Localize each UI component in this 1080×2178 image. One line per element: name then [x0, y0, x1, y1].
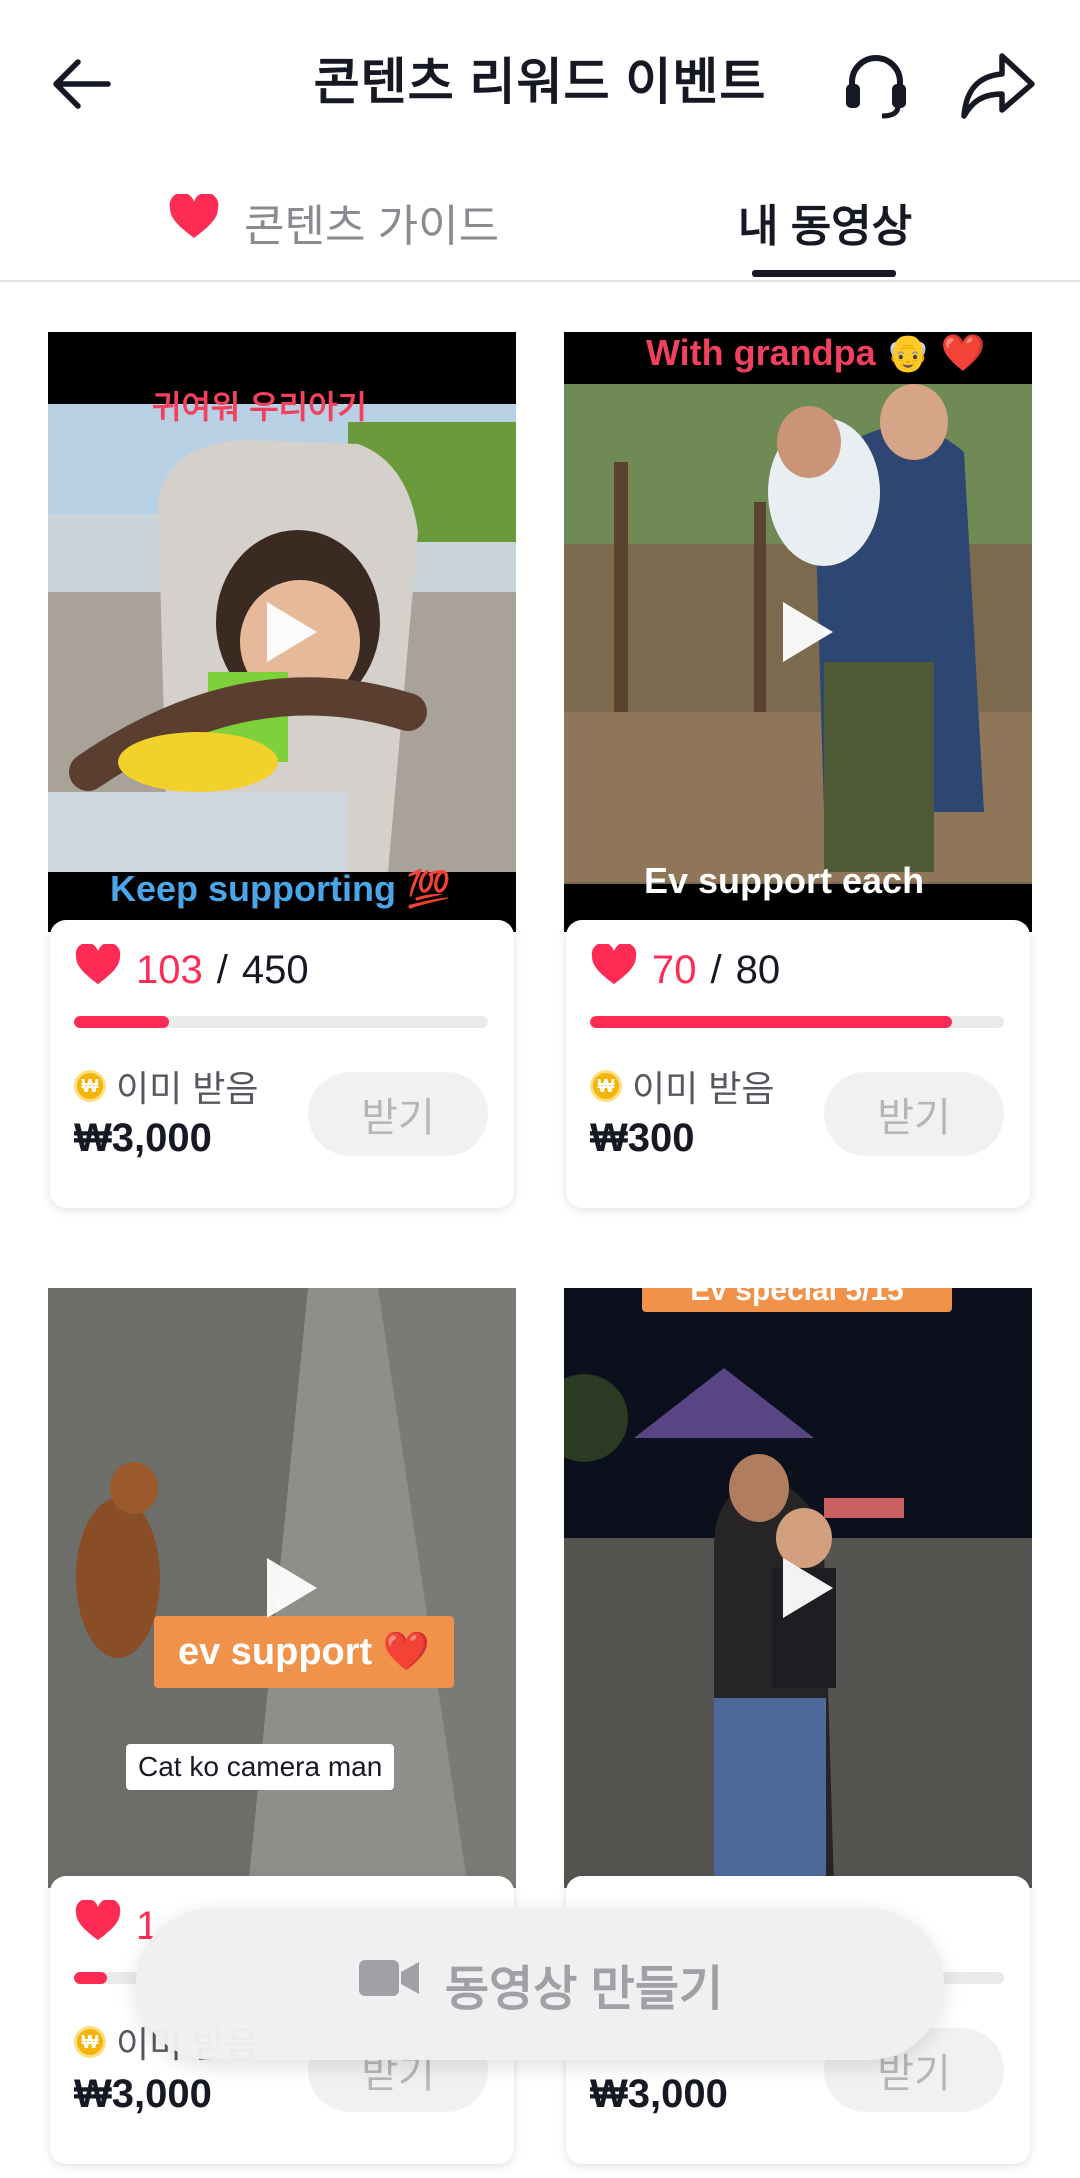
likes-current: 70 — [652, 947, 697, 992]
coin-icon: ₩ — [590, 1070, 622, 1102]
play-icon — [783, 602, 833, 662]
tab-content-guide[interactable]: 콘텐츠 가이드 — [168, 190, 499, 254]
likes-goal: 450 — [241, 947, 309, 992]
status-label: 이미 받음 — [116, 1068, 259, 1109]
play-icon — [267, 1558, 317, 1618]
play-icon — [783, 1558, 833, 1618]
progress-fill — [74, 1972, 108, 1984]
claim-button[interactable]: 받기 — [308, 1072, 488, 1156]
heart-icon — [74, 1898, 122, 1952]
likes-count: 70 / 80 — [590, 942, 781, 996]
likes-goal: 80 — [735, 947, 781, 992]
likes-count: 1 — [74, 1898, 158, 1952]
likes-count: 103 / 450 — [74, 942, 309, 996]
tab-bar: 콘텐츠 가이드 내 동영상 — [0, 160, 1080, 282]
status-label: 이미 받음 — [632, 1068, 775, 1109]
top-bar: 콘텐츠 리워드 이벤트 — [0, 0, 1080, 160]
video-thumbnail[interactable]: 귀여워 우리아기 Keep supporting 💯 — [48, 332, 516, 932]
video-caption-top: With grandpa 👴 ❤️ — [646, 332, 986, 373]
video-camera-icon — [357, 1956, 421, 2012]
reward-amount: ₩3,000 — [590, 2072, 728, 2116]
coin-icon: ₩ — [74, 1070, 106, 1102]
tab-label: 내 동영상 — [738, 202, 913, 251]
tab-label: 콘텐츠 가이드 — [244, 202, 500, 251]
progress-fill — [74, 1016, 169, 1028]
reward-amount: ₩3,000 — [74, 1116, 212, 1160]
progress-bar — [74, 1016, 488, 1028]
tab-indicator — [752, 270, 896, 277]
progress-bar — [590, 1016, 1004, 1028]
tab-my-videos[interactable]: 내 동영상 — [738, 190, 912, 254]
share-icon[interactable] — [958, 48, 1038, 124]
reward-panel: 103 / 450 ₩ 이미 받음 ₩3,000 받기 — [50, 920, 514, 1208]
video-caption-top: 귀여워 우리아기 — [152, 389, 367, 425]
claim-button[interactable]: 받기 — [824, 1072, 1004, 1156]
video-caption-bottom: Cat ko camera man — [126, 1744, 395, 1790]
likes-current: 103 — [136, 947, 203, 992]
video-thumbnail[interactable]: With grandpa 👴 ❤️ Ev support each — [564, 332, 1032, 932]
headset-icon[interactable] — [836, 44, 916, 124]
heart-icon — [74, 942, 122, 996]
heart-icon — [168, 192, 220, 251]
video-thumbnail[interactable]: Ev special 5/15 — [564, 1288, 1032, 1888]
likes-separator: / — [710, 947, 722, 992]
heart-icon — [590, 942, 638, 996]
progress-fill — [590, 1016, 953, 1028]
page-title: 콘텐츠 리워드 이벤트 — [313, 54, 767, 110]
video-caption-top: ev support ❤️ — [154, 1616, 454, 1688]
reward-status: ₩ 이미 받음 — [590, 1060, 774, 1112]
create-video-label: 동영상 만들기 — [444, 1963, 724, 2016]
reward-amount: ₩3,000 — [74, 2072, 212, 2116]
play-icon — [267, 602, 317, 662]
reward-status: ₩ 이미 받음 — [74, 1060, 258, 1112]
create-video-button[interactable]: 동영상 만들기 — [136, 1908, 944, 2060]
video-caption-top: Ev special 5/15 — [642, 1288, 952, 1312]
likes-separator: / — [216, 947, 228, 992]
reward-panel: 70 / 80 ₩ 이미 받음 ₩300 받기 — [566, 920, 1030, 1208]
video-caption-bottom: Ev support each — [644, 860, 925, 901]
reward-amount: ₩300 — [590, 1116, 695, 1160]
coin-icon: ₩ — [74, 2026, 106, 2058]
video-caption-bottom: Keep supporting 💯 — [110, 868, 451, 909]
video-thumbnail[interactable]: ev support ❤️ Cat ko camera man — [48, 1288, 516, 1888]
